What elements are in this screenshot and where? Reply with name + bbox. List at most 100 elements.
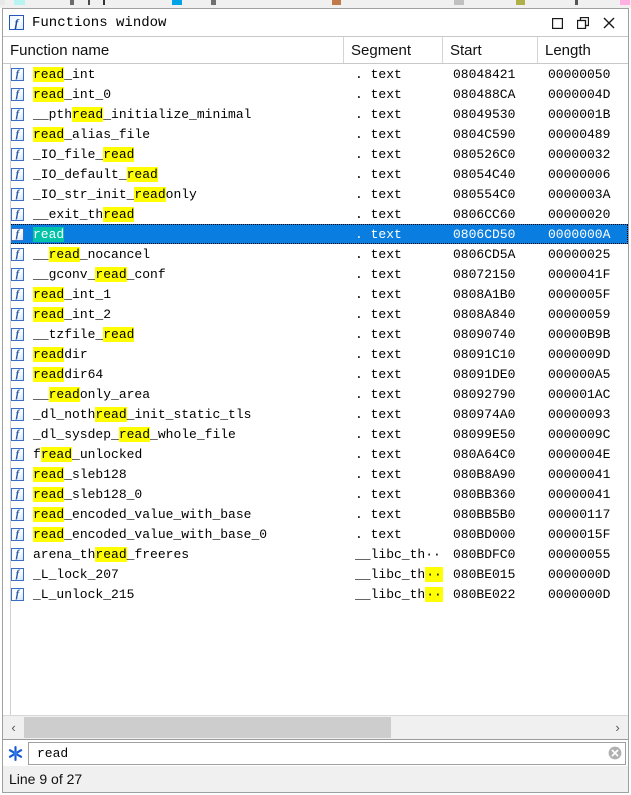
table-row[interactable]: f _IO_default_read . text 08054C40 00000006 — [3, 164, 628, 184]
cell-length: 00000025 — [548, 246, 611, 262]
cell-function-name: f __gconv_read_conf — [3, 266, 344, 282]
table-row[interactable]: f readdir . text 08091C10 0000009D — [3, 344, 628, 364]
table-row[interactable]: f __read_nocancel . text 0806CD5A 00000025 — [3, 244, 628, 264]
search-match-highlight: read — [134, 186, 166, 202]
toolbar-chip-5 — [171, 0, 182, 5]
cell-segment: . text — [355, 126, 402, 142]
cell-start: 08092790 — [453, 386, 516, 402]
cell-length: 0000041F — [548, 266, 611, 282]
search-match-highlight: read — [33, 346, 65, 362]
table-row[interactable]: f __tzfile_read . text 08090740 00000B9B — [3, 324, 628, 344]
search-input[interactable]: read — [29, 746, 605, 761]
function-f-icon: f — [11, 487, 24, 501]
cell-function-name: f read_alias_file — [3, 126, 344, 142]
cell-segment: . text — [355, 306, 402, 322]
column-header-length[interactable]: Length — [538, 37, 628, 63]
table-row[interactable]: f read_sleb128 . text 080B8A90 00000041 — [3, 464, 628, 484]
list-gutter — [3, 64, 11, 715]
functions-list[interactable]: f read_int . text 08048421 00000050 f read_int… — [3, 64, 628, 715]
cell-function-name: f __tzfile_read — [3, 326, 344, 342]
table-row[interactable]: f __pthread_initialize_minimal . text 08049… — [3, 104, 628, 124]
table-row[interactable]: f __gconv_read_conf . text 08072150 0000041F — [3, 264, 628, 284]
hscroll-track[interactable] — [24, 717, 607, 738]
function-f-icon: f — [11, 467, 24, 481]
hscroll-thumb[interactable] — [24, 717, 392, 738]
search-match-highlight: read — [33, 366, 65, 382]
table-row[interactable]: f read_sleb128_0 . text 080BB360 00000041 — [3, 484, 628, 504]
table-row[interactable]: f _IO_file_read . text 080526C0 00000032 — [3, 144, 628, 164]
scroll-left-arrow-icon[interactable]: ‹ — [3, 717, 24, 738]
cell-length: 0000000D — [548, 566, 611, 582]
table-row[interactable]: f read_int . text 08048421 00000050 — [3, 64, 628, 84]
column-header-start[interactable]: Start — [443, 37, 538, 63]
cell-length: 0000009D — [548, 346, 611, 362]
table-row[interactable]: f read_encoded_value_with_base . text 080BB… — [3, 504, 628, 524]
close-button[interactable] — [596, 11, 622, 35]
maximize-button[interactable] — [544, 11, 570, 35]
cell-segment: . text — [355, 106, 402, 122]
cell-start: 080BB5B0 — [453, 506, 516, 522]
table-row[interactable]: f __exit_thread . text 0806CC60 00000020 — [3, 204, 628, 224]
cell-length: 0000004E — [548, 446, 611, 462]
table-row[interactable]: f _IO_str_init_readonly . text 080554C0 0000… — [3, 184, 628, 204]
cell-length: 00000050 — [548, 66, 611, 82]
column-header-function-name[interactable]: Function name — [3, 37, 344, 63]
table-row[interactable]: f _dl_nothread_init_static_tls . text 08097… — [3, 404, 628, 424]
search-bar: read — [3, 739, 628, 766]
search-match-highlight: read — [95, 266, 127, 282]
table-row[interactable]: f read_int_2 . text 0808A840 00000059 — [3, 304, 628, 324]
table-row[interactable]: f _L_lock_207 __libc_th··· 080BE015 0000000D — [3, 564, 628, 584]
snowflake-filter-icon[interactable] — [6, 744, 25, 763]
cell-length: 00000041 — [548, 486, 611, 502]
restore-button[interactable] — [570, 11, 596, 35]
table-row[interactable]: f _L_unlock_215 __libc_th··· 080BE022 000000… — [3, 584, 628, 604]
cell-segment: . text — [355, 146, 402, 162]
function-f-icon: f — [11, 187, 24, 201]
search-input-wrapper[interactable]: read — [28, 741, 626, 765]
clear-search-icon[interactable] — [605, 743, 625, 764]
cell-length: 0000000D — [548, 586, 611, 602]
function-name-text: fread_unlocked — [33, 446, 143, 462]
table-column-header: Function name Segment Start Length — [3, 37, 628, 64]
search-match-highlight: read — [33, 306, 65, 322]
table-row[interactable]: f fread_unlocked . text 080A64C0 0000004E — [3, 444, 628, 464]
cell-function-name: f read_int_2 — [3, 306, 344, 322]
function-name-text: read_sleb128_0 — [33, 486, 143, 502]
search-match-highlight: read — [33, 526, 65, 542]
table-row[interactable]: f readdir64 . text 08091DE0 000000A5 — [3, 364, 628, 384]
cell-function-name: f readdir — [3, 346, 344, 362]
search-match-highlight: read — [33, 66, 65, 82]
table-row[interactable]: f read_int_0 . text 080488CA 0000004D — [3, 84, 628, 104]
cell-function-name: f read_int_1 — [3, 286, 344, 302]
table-row[interactable]: f arena_thread_freeres __libc_th··· 080BDFC… — [3, 544, 628, 564]
function-name-text: read — [33, 226, 65, 242]
table-row[interactable]: f _dl_sysdep_read_whole_file . text 08099E5… — [3, 424, 628, 444]
cell-start: 08049530 — [453, 106, 516, 122]
window-titlebar[interactable]: f Functions window — [3, 9, 628, 37]
table-row[interactable]: f read_alias_file . text 0804C590 00000489 — [3, 124, 628, 144]
cell-function-name: f read_sleb128_0 — [3, 486, 344, 502]
scroll-right-arrow-icon[interactable]: › — [607, 717, 628, 738]
table-row[interactable]: f read_int_1 . text 0808A1B0 0000005F — [3, 284, 628, 304]
function-name-text: read_encoded_value_with_base — [33, 506, 252, 522]
cell-function-name: f _dl_sysdep_read_whole_file — [3, 426, 344, 442]
search-match-highlight: read — [103, 326, 135, 342]
function-f-icon: f — [11, 427, 24, 441]
window-title: Functions window — [32, 14, 167, 31]
cell-start: 080554C0 — [453, 186, 516, 202]
function-f-icon: f — [11, 67, 24, 81]
horizontal-scrollbar[interactable]: ‹ › — [3, 715, 628, 739]
function-name-text: _IO_file_read — [33, 146, 135, 162]
search-match-highlight: read — [33, 126, 65, 142]
cell-length: 00000059 — [548, 306, 611, 322]
cell-segment: . text — [355, 86, 402, 102]
function-name-text: read_int_1 — [33, 286, 112, 302]
column-header-segment[interactable]: Segment — [344, 37, 443, 63]
cell-segment: . text — [355, 506, 402, 522]
cell-segment: __libc_th··· — [344, 566, 443, 582]
functions-window: f Functions window Function name Segment… — [2, 8, 629, 793]
table-row[interactable]: f __readonly_area . text 08092790 000001AC — [3, 384, 628, 404]
table-row[interactable]: f read_encoded_value_with_base_0 . text 080… — [3, 524, 628, 544]
table-row[interactable]: f read . text 0806CD50 0000000A — [3, 224, 628, 244]
cell-function-name: f _IO_str_init_readonly — [3, 186, 344, 202]
